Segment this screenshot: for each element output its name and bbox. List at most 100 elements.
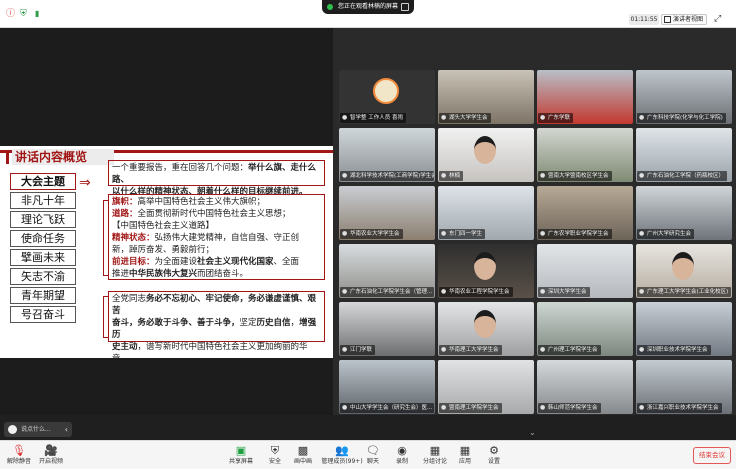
start-video-label: 开启视频 bbox=[38, 458, 63, 465]
gear-icon: ⚙ bbox=[489, 444, 499, 457]
outline-item: 矢志不渝 bbox=[10, 268, 76, 285]
participant-tile[interactable]: 中山大学学生会（研究生会）医... bbox=[339, 360, 435, 414]
participant-name: 广州理工学院学生会 bbox=[538, 345, 601, 355]
participant-tile[interactable]: 东门四一学生 bbox=[438, 186, 534, 240]
pip-label: 画中画 bbox=[293, 458, 312, 465]
participant-tile[interactable]: 深圳职业技术学院学生会 bbox=[636, 302, 732, 356]
chevron-down-icon[interactable]: ⌄ bbox=[529, 428, 536, 437]
participant-name: 江门学联 bbox=[340, 345, 376, 355]
box-text: ， bbox=[290, 318, 300, 328]
participant-name: 广东理工大学学生会(工业化校区) bbox=[637, 287, 731, 297]
participant-face bbox=[474, 136, 496, 164]
participant-name: 广东科技学院(化学与化工学院) bbox=[637, 113, 726, 123]
camera-off-icon: 🎥 bbox=[44, 444, 58, 457]
chevron-left-icon[interactable]: ‹ bbox=[65, 422, 68, 437]
participant-tile[interactable]: 广东石油化工学院（药瓶校区） bbox=[636, 128, 732, 182]
live-dot-icon bbox=[327, 4, 333, 10]
participant-tile[interactable]: 浙江嘉兴职业技术学院学生会 bbox=[636, 360, 732, 414]
speaker-view-label: 演讲者视图 bbox=[673, 16, 704, 23]
participant-name: 广东石油化工学院学生会（管理... bbox=[340, 287, 434, 297]
settings-button[interactable]: ⚙ 设置 bbox=[475, 444, 513, 466]
participant-tile[interactable]: 广州理工学院学生会 bbox=[537, 302, 633, 356]
participant-name: 暨南大学暨南校区学生会 bbox=[538, 171, 612, 181]
participant-tile[interactable]: 广东科技学院(化学与化工学院) bbox=[636, 70, 732, 124]
participant-gallery: 智学整 工作人员 喜闹 湖头大学学生会 广东学联 广东科技学院(化学与化工学院) 湖北科… bbox=[333, 28, 736, 415]
box-text: 奋斗，务必敢于斗争、善于斗争， bbox=[112, 318, 240, 328]
participant-tile[interactable]: 广东农学职业学院学生会 bbox=[537, 186, 633, 240]
detail-box: 旗帜：高举中国特色社会主义伟大旗帜； 道路：全面贯彻新时代中国特色社会主义思想；… bbox=[108, 194, 325, 280]
share-screen-label: 共享屏幕 bbox=[228, 458, 253, 465]
pip-button[interactable]: ▩ 画中画 bbox=[284, 444, 322, 466]
chat-label: 聊天 bbox=[366, 458, 379, 465]
participant-tile[interactable]: 华南农业大学学生会 bbox=[339, 186, 435, 240]
quick-chat-input[interactable]: 说点什么... ‹ bbox=[4, 422, 72, 437]
expand-icon[interactable]: ⤢ bbox=[714, 14, 721, 25]
title-marker bbox=[6, 152, 9, 164]
meeting-window: ⓘ ⛨ ▮ 您正在观看林楠的屏幕 01:11:55 演讲者视图 ⤢ 讲话内容概览… bbox=[0, 0, 736, 469]
participant-name: 林楠 bbox=[439, 171, 464, 181]
share-screen-button[interactable]: ▣ 共享屏幕 bbox=[222, 444, 260, 466]
top-bar: ⓘ ⛨ ▮ 您正在观看林楠的屏幕 01:11:55 演讲者视图 ⤢ bbox=[0, 0, 736, 28]
speaker-view-button[interactable]: 演讲者视图 bbox=[661, 14, 707, 25]
share-screen-icon: ▣ bbox=[235, 444, 247, 457]
box-text: 中华民族伟大复兴 bbox=[129, 269, 198, 279]
box-text: 全党同志 bbox=[112, 294, 147, 304]
participant-name: 华南农业大学学生会 bbox=[340, 229, 403, 239]
box-text: 史主动 bbox=[112, 342, 138, 352]
box-text: 而团结奋斗。 bbox=[197, 269, 249, 279]
box-text: 社会主义现代化国家 bbox=[197, 257, 274, 267]
participant-tile[interactable]: 湖北科学技术学院(工商学院)学生会 bbox=[339, 128, 435, 182]
window-toggle-icon[interactable] bbox=[401, 3, 409, 11]
box-text: 为全面建设 bbox=[154, 257, 198, 267]
meeting-toolbar: 🎙 解除静音 🎥 开启视频 ▣ 共享屏幕 ⛨ 安全 ▩ 画中画 👥 管理成员(99+) 🗨 聊… bbox=[0, 440, 736, 469]
participant-tile[interactable]: 广东学联 bbox=[537, 70, 633, 124]
participant-tile[interactable]: 广州大学研究生会 bbox=[636, 186, 732, 240]
participant-tile[interactable]: 广东石油化工学院学生会（管理... bbox=[339, 244, 435, 298]
conclusion-box: 全党同志务必不忘初心、牢记使命，务必谦虚谨慎、艰苦 奋斗，务必敢于斗争、善于斗争… bbox=[108, 291, 325, 358]
outline-item: 号召奋斗 bbox=[10, 306, 76, 323]
box-text: 精神状态： bbox=[112, 233, 155, 243]
end-meeting-button[interactable]: 结束会议 bbox=[693, 447, 731, 464]
participant-name: 华南农业工程学院学生会 bbox=[439, 287, 513, 297]
box-text: 全面贯彻新时代中国特色社会主义思想； bbox=[137, 209, 291, 219]
participant-tile[interactable]: 智学整 工作人员 喜闹 bbox=[339, 70, 435, 124]
participant-face bbox=[474, 252, 496, 280]
chat-placeholder: 说点什么... bbox=[21, 426, 51, 433]
participant-tile[interactable]: 华南理工大学学生会 bbox=[438, 302, 534, 356]
participant-tile[interactable]: 暨南理工学院学生会 bbox=[438, 360, 534, 414]
participant-name: 湖北科学技术学院(工商学院)学生会 bbox=[340, 171, 434, 181]
participant-tile[interactable]: 华南农业工程学院学生会 bbox=[438, 244, 534, 298]
participant-tile[interactable]: 林楠 bbox=[438, 128, 534, 182]
presentation-slide: 讲话内容概览 大会主题 非凡十年 理论飞跃 使命任务 擘画未来 矢志不渝 青年期… bbox=[0, 146, 333, 358]
participant-tile[interactable]: 湖头大学学生会 bbox=[438, 70, 534, 124]
participant-face bbox=[474, 310, 496, 338]
screen-share-indicator[interactable]: 您正在观看林楠的屏幕 bbox=[322, 0, 414, 14]
slide-outline: 大会主题 非凡十年 理论飞跃 使命任务 擘画未来 矢志不渝 青年期望 号召奋斗 bbox=[10, 173, 76, 325]
box-text: 弘扬伟大建党精神，自信自强、守正创 bbox=[154, 233, 300, 243]
participant-face bbox=[672, 252, 694, 280]
grid-icon bbox=[664, 16, 671, 23]
participant-tile[interactable]: 广东理工大学学生会(工业化校区) bbox=[636, 244, 732, 298]
participant-name: 暨南理工学院学生会 bbox=[439, 403, 502, 413]
outline-item: 理论飞跃 bbox=[10, 211, 76, 228]
participant-tile[interactable]: 江门学联 bbox=[339, 302, 435, 356]
info-icon[interactable]: ⓘ bbox=[6, 8, 15, 20]
box-text: 、全面 bbox=[273, 257, 300, 267]
participant-name: 深圳职业技术学院学生会 bbox=[637, 345, 711, 355]
participant-name: 智学整 工作人员 喜闹 bbox=[340, 113, 406, 123]
signal-icon[interactable]: ▮ bbox=[35, 8, 39, 20]
record-label: 录制 bbox=[395, 458, 408, 465]
start-video-button[interactable]: 🎥 开启视频 bbox=[32, 444, 70, 466]
meeting-timer: 01:11:55 bbox=[629, 14, 659, 25]
participant-tile[interactable]: 暨南大学暨南校区学生会 bbox=[537, 128, 633, 182]
outline-item: 擘画未来 bbox=[10, 249, 76, 266]
slide-title: 讲话内容概览 bbox=[12, 149, 114, 165]
summary-box: 一个重要报告，重在回答几个问题：举什么旗、走什么路、 以什么样的精神状态、朝着什… bbox=[108, 160, 325, 197]
box-text: 【中国特色社会主义道路】 bbox=[112, 221, 215, 231]
participant-tile[interactable]: 深圳大学学生会 bbox=[537, 244, 633, 298]
security-label: 安全 bbox=[268, 458, 281, 465]
box-text: 一个重要报告，重在回答几个问题： bbox=[112, 163, 249, 173]
participant-tile[interactable]: 韩山师范学院学生会 bbox=[537, 360, 633, 414]
shield-icon[interactable]: ⛨ bbox=[20, 8, 27, 20]
avatar bbox=[373, 78, 399, 104]
